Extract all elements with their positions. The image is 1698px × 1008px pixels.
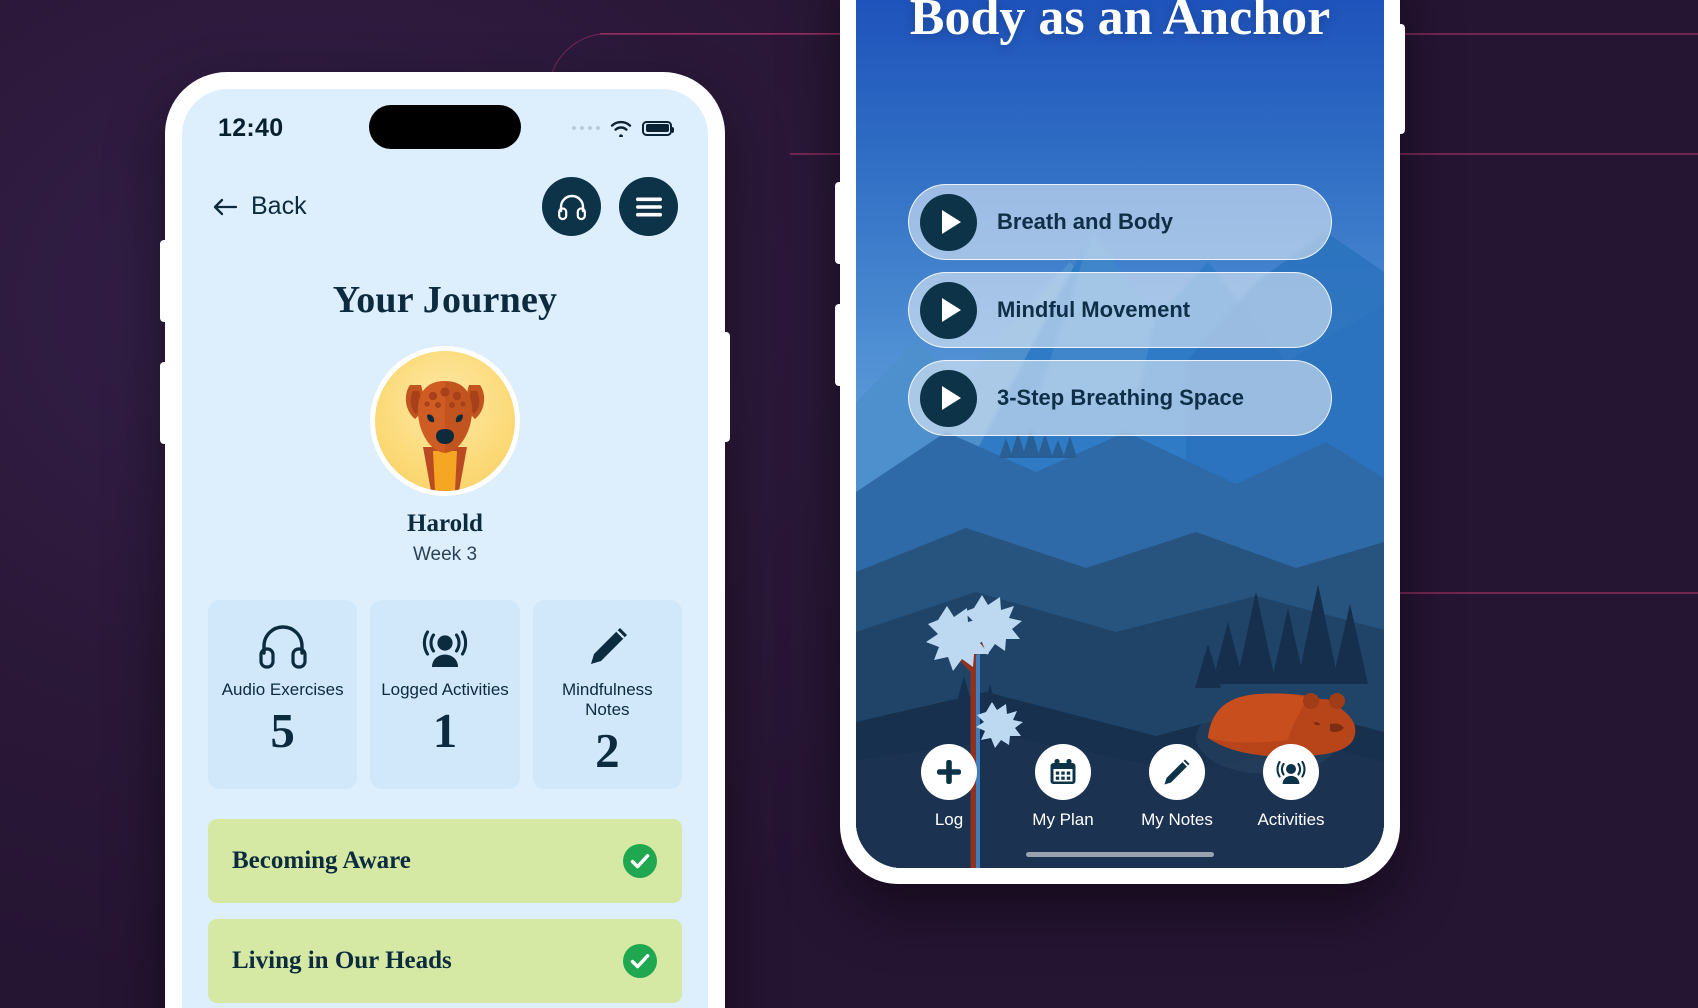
stat-value: 1 [432, 703, 458, 759]
avatar-week: Week 3 [412, 544, 478, 565]
left-phone-mockup: 12:40 Back Your Journey Harold Week 3 Au… [160, 72, 730, 1008]
status-indicators [571, 119, 675, 137]
battery-icon [642, 120, 675, 136]
activity-person-icon [419, 618, 471, 674]
nav-item-my-plan[interactable]: My Plan [1024, 744, 1102, 830]
screen-title: Body as an Anchor [909, 0, 1331, 46]
track-label: Mindful Movement [997, 297, 1191, 323]
track-label: 3-Step Breathing Space [997, 385, 1244, 411]
volume-up-button-right[interactable] [835, 182, 843, 264]
decorative-line-bottom [1396, 592, 1698, 594]
volume-down-button[interactable] [160, 362, 168, 444]
back-button[interactable]: Back [212, 192, 307, 221]
stat-label: Logged Activities [381, 680, 509, 699]
nav-item-my-notes[interactable]: My Notes [1138, 744, 1216, 830]
power-button[interactable] [722, 332, 730, 442]
status-bar: 12:40 [182, 89, 708, 167]
track-row-mindful-movement[interactable]: Mindful Movement [908, 272, 1332, 348]
volume-up-button[interactable] [160, 240, 168, 322]
check-circle-icon [623, 944, 657, 979]
module-title: Living in Our Heads [232, 947, 452, 975]
right-phone-screen: Body as an Anchor Breath and Body Mindfu… [856, 0, 1384, 868]
play-icon[interactable] [920, 193, 977, 251]
nav-item-activities[interactable]: Activities [1252, 744, 1330, 830]
track-row-breath-and-body[interactable]: Breath and Body [908, 184, 1332, 260]
deer-avatar [405, 381, 485, 491]
nav-label: My Notes [1141, 810, 1213, 829]
stat-card-audio-exercises[interactable]: Audio Exercises 5 [208, 600, 358, 790]
home-indicator[interactable] [1026, 852, 1214, 857]
headphones-icon [557, 194, 586, 220]
pencil-icon [1149, 744, 1205, 800]
module-row[interactable]: Becoming Aware [208, 819, 682, 904]
plus-icon [921, 744, 977, 800]
check-circle-icon [623, 844, 657, 879]
page-title: Your Journey [332, 279, 558, 321]
activity-person-icon [1263, 744, 1319, 800]
signal-dots-icon [571, 125, 600, 131]
bottom-navigation: Log My Plan My Notes Activities [856, 744, 1384, 830]
volume-down-button-right[interactable] [835, 304, 843, 386]
avatar-container [182, 346, 708, 496]
nav-label: Log [934, 810, 964, 829]
wifi-icon [610, 120, 632, 137]
stat-value: 2 [595, 723, 620, 779]
avatar-name: Harold [407, 510, 483, 537]
play-icon[interactable] [920, 369, 977, 427]
nav-label: Activities [1257, 810, 1325, 829]
menu-button[interactable] [619, 177, 678, 236]
nav-item-log[interactable]: Log [910, 744, 988, 830]
status-time: 12:40 [218, 113, 284, 142]
stat-card-logged-activities[interactable]: Logged Activities 1 [370, 600, 520, 790]
dynamic-island [369, 105, 521, 149]
left-phone-screen: 12:40 Back Your Journey Harold Week 3 Au… [182, 89, 708, 1008]
right-phone-mockup: Body as an Anchor Breath and Body Mindfu… [835, 0, 1405, 884]
track-label: Breath and Body [997, 209, 1174, 235]
play-icon[interactable] [920, 281, 977, 339]
calendar-icon [1035, 744, 1091, 800]
audio-track-list: Breath and Body Mindful Movement 3-Step … [856, 184, 1384, 436]
stat-value: 5 [270, 703, 295, 759]
app-header: Back [182, 167, 708, 236]
module-title: Becoming Aware [232, 847, 411, 875]
power-button-right[interactable] [1397, 24, 1405, 134]
audio-button[interactable] [542, 177, 601, 236]
back-button-label: Back [251, 192, 307, 220]
nav-label: My Plan [1032, 810, 1094, 829]
modules-list: Becoming Aware Living in Our Heads [182, 819, 708, 1004]
module-row[interactable]: Living in Our Heads [208, 919, 682, 1004]
avatar[interactable] [370, 346, 520, 496]
arrow-left-icon [213, 198, 238, 215]
header-actions [542, 177, 678, 236]
stat-card-mindfulness-notes[interactable]: Mindfulness Notes 2 [532, 600, 682, 790]
stats-row: Audio Exercises 5 Logged Activities 1 Mi… [182, 600, 708, 790]
headphones-icon [257, 618, 309, 674]
track-row-3-step-breathing-space[interactable]: 3-Step Breathing Space [908, 360, 1332, 436]
stat-label: Mindfulness Notes [561, 680, 653, 720]
hamburger-menu-icon [635, 197, 662, 216]
pencil-icon [581, 618, 633, 674]
stat-label: Audio Exercises [221, 680, 344, 699]
